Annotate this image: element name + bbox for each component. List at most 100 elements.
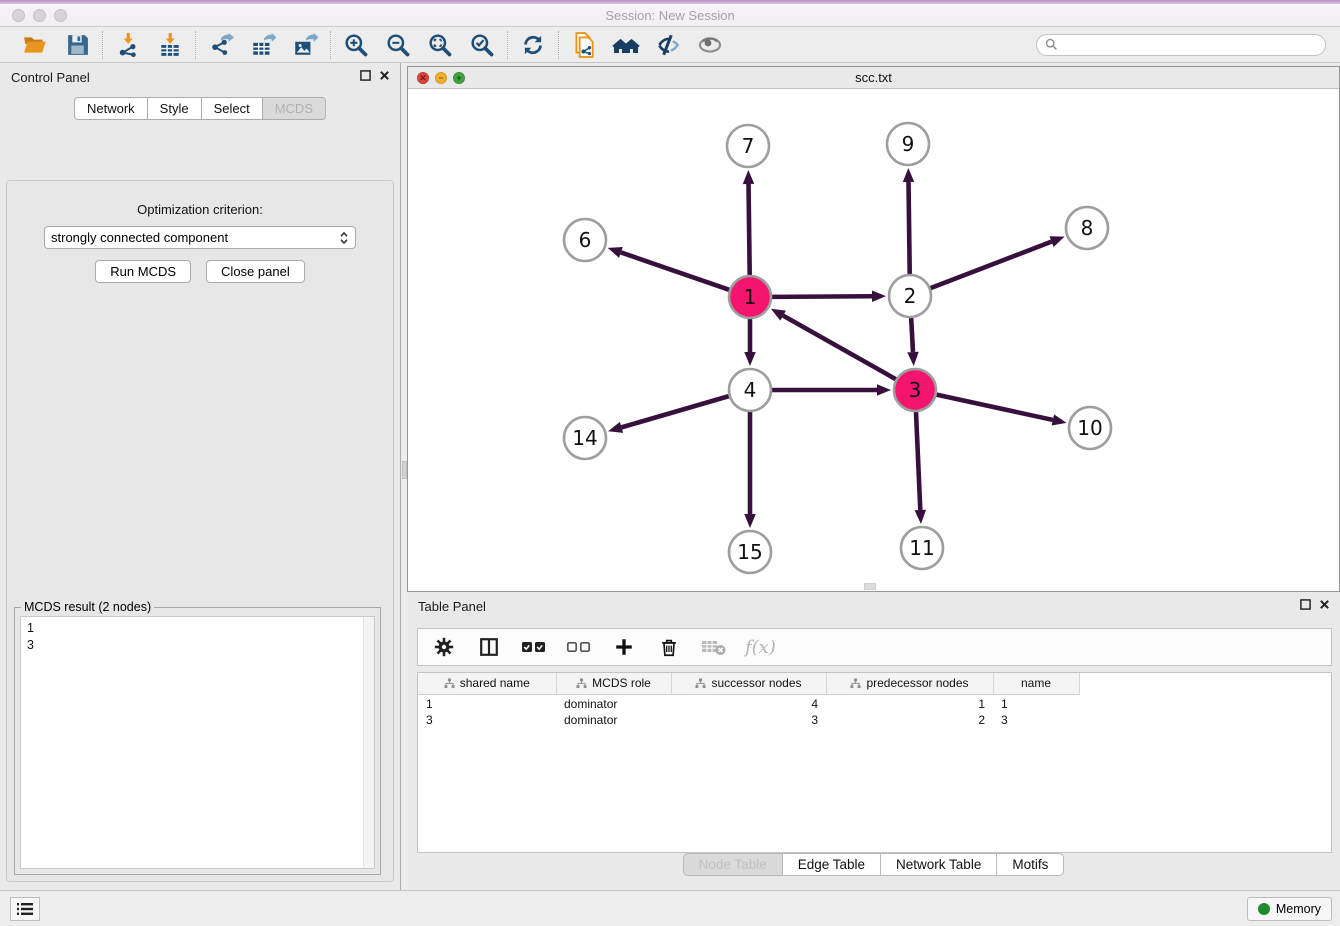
memory-status-dot — [1258, 903, 1270, 915]
arrowhead-icon — [744, 352, 756, 366]
export-network-icon[interactable] — [207, 31, 235, 59]
close-table-panel-icon[interactable] — [1319, 599, 1330, 610]
eye-icon[interactable] — [696, 31, 724, 59]
edge-2-3[interactable] — [911, 318, 913, 352]
zoom-out-icon[interactable] — [384, 31, 412, 59]
close-panel-button[interactable]: Close panel — [206, 260, 305, 283]
tab-node-table[interactable]: Node Table — [683, 853, 782, 876]
node-label-7: 7 — [742, 134, 755, 158]
delete-table-icon[interactable] — [700, 633, 728, 661]
select-all-icon[interactable] — [520, 633, 548, 661]
node-label-8: 8 — [1081, 216, 1094, 240]
zoom-selected-icon[interactable] — [468, 31, 496, 59]
network-window-titlebar[interactable]: ✕ − + scc.txt — [408, 67, 1339, 89]
network-view-window: ✕ − + scc.txt 7968124314101511 — [407, 66, 1340, 592]
edge-2-8[interactable] — [931, 242, 1052, 288]
tab-select[interactable]: Select — [201, 97, 262, 120]
control-panel-tabs: NetworkStyleSelectMCDS — [0, 97, 400, 120]
node-label-6: 6 — [579, 228, 592, 252]
main-toolbar — [0, 27, 1340, 63]
edge-3-10[interactable] — [936, 395, 1052, 420]
refresh-icon[interactable] — [519, 31, 547, 59]
table-panel: Table Panel — [407, 592, 1340, 890]
edge-1-6[interactable] — [621, 252, 729, 289]
float-panel-icon[interactable] — [360, 70, 371, 81]
result-scrollbar[interactable] — [363, 617, 374, 868]
close-panel-icon[interactable] — [379, 70, 390, 81]
arrowhead-icon — [743, 170, 754, 184]
export-image-icon[interactable] — [291, 31, 319, 59]
arrowhead-icon — [744, 514, 756, 528]
window-accent-strip — [0, 0, 1340, 4]
node-table[interactable]: shared nameMCDS rolesuccessor nodesprede… — [417, 672, 1332, 853]
arrowhead-icon — [903, 168, 914, 182]
function-builder-icon[interactable]: f(x) — [745, 637, 776, 658]
memory-button[interactable]: Memory — [1247, 897, 1332, 921]
float-table-panel-icon[interactable] — [1300, 599, 1311, 610]
network-graph[interactable]: 7968124314101511 — [408, 89, 1339, 591]
tab-edge-table[interactable]: Edge Table — [782, 853, 880, 876]
run-mcds-button[interactable]: Run MCDS — [95, 260, 191, 283]
delete-column-icon[interactable] — [655, 633, 683, 661]
optimization-criterion-dropdown[interactable]: strongly connected component — [44, 226, 356, 249]
edge-4-14[interactable] — [621, 396, 728, 427]
search-field[interactable] — [1036, 34, 1326, 56]
arrowhead-icon — [1052, 414, 1067, 425]
node-label-11: 11 — [909, 536, 934, 560]
node-label-9: 9 — [902, 132, 915, 156]
list-icon — [17, 902, 33, 916]
node-label-2: 2 — [904, 284, 917, 308]
gear-icon[interactable] — [430, 633, 458, 661]
tab-network-table[interactable]: Network Table — [880, 853, 996, 876]
canvas-resize-grip[interactable] — [864, 583, 876, 590]
arrowhead-icon — [877, 384, 891, 396]
tab-mcds[interactable]: MCDS — [262, 97, 326, 120]
home-icon[interactable] — [612, 31, 640, 59]
column-header-name[interactable]: name — [993, 673, 1079, 694]
zoom-fit-icon[interactable] — [426, 31, 454, 59]
save-icon[interactable] — [63, 31, 91, 59]
network-window-title: scc.txt — [408, 70, 1339, 85]
tab-network[interactable]: Network — [74, 97, 147, 120]
columns-icon[interactable] — [475, 633, 503, 661]
network-canvas[interactable]: 7968124314101511 — [408, 89, 1339, 591]
import-network-icon[interactable] — [114, 31, 142, 59]
zoom-in-icon[interactable] — [342, 31, 370, 59]
edge-3-11[interactable] — [916, 412, 920, 510]
arrowhead-icon — [1049, 236, 1064, 247]
table-toolbar: f(x) — [417, 628, 1332, 666]
add-column-icon[interactable] — [610, 633, 638, 661]
optimization-criterion-label: Optimization criterion: — [7, 202, 393, 217]
table-header-row[interactable]: shared nameMCDS rolesuccessor nodesprede… — [418, 673, 1079, 694]
control-panel-title: Control Panel — [11, 70, 90, 85]
column-header-successor-nodes[interactable]: successor nodes — [671, 673, 826, 694]
table-row[interactable]: 3dominator323 — [418, 711, 1079, 727]
dropdown-value: strongly connected component — [51, 230, 339, 245]
column-header-MCDS-role[interactable]: MCDS role — [556, 673, 671, 694]
export-table-icon[interactable] — [249, 31, 277, 59]
edge-2-9[interactable] — [909, 182, 910, 274]
window-title: Session: New Session — [0, 8, 1340, 23]
import-table-icon[interactable] — [156, 31, 184, 59]
table-tabs: Node TableEdge TableNetwork TableMotifs — [407, 849, 1340, 879]
column-header-predecessor-nodes[interactable]: predecessor nodes — [826, 673, 993, 694]
edge-1-7[interactable] — [749, 184, 750, 275]
tab-style[interactable]: Style — [147, 97, 201, 120]
table-row[interactable]: 1dominator411 — [418, 694, 1079, 711]
chevron-updown-icon — [339, 231, 349, 245]
arrowhead-icon — [907, 352, 918, 366]
open-folder-icon[interactable] — [21, 31, 49, 59]
task-history-button[interactable] — [10, 897, 40, 921]
search-input[interactable] — [1058, 38, 1317, 52]
tab-motifs[interactable]: Motifs — [996, 853, 1064, 876]
node-label-4: 4 — [744, 378, 757, 402]
arrowhead-icon — [608, 422, 623, 433]
column-header-shared-name[interactable]: shared name — [418, 673, 556, 694]
mcds-result-list[interactable]: 13 — [20, 616, 375, 869]
edge-3-1[interactable] — [783, 316, 896, 380]
edge-1-2[interactable] — [772, 296, 872, 297]
graphics-details-icon[interactable] — [654, 31, 682, 59]
network-from-selection-icon[interactable] — [570, 31, 598, 59]
deselect-all-icon[interactable] — [565, 633, 593, 661]
control-panel: Control Panel NetworkStyleSelectMCDS Opt… — [0, 63, 401, 890]
